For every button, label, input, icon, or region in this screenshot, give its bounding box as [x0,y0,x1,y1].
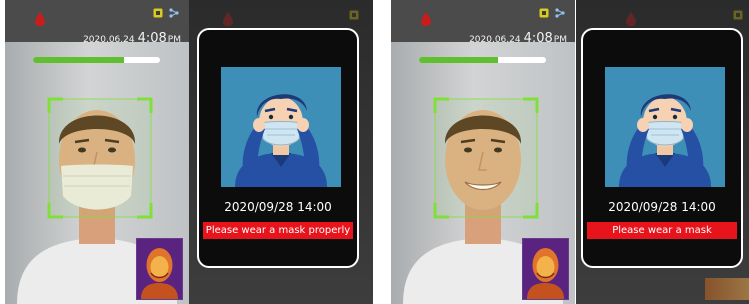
result-card: 2020/09/28 14:00 Please wear a mask [581,28,743,268]
mask-wearing-illustration [605,67,725,187]
water-drop-icon [35,12,45,26]
status-bar: 2020.06.24 4:08PM [5,0,189,46]
thermal-preview-shadow [705,278,749,300]
recognition-progress-fill [419,57,498,63]
status-ampm: PM [553,35,567,45]
water-drop-icon [223,12,233,26]
result-card: 2020/09/28 14:00 Please wear a mask prop… [197,28,359,268]
status-time: 4:08 [523,31,553,46]
camera-view-2: 2020.06.24 4:08PM [391,0,575,304]
face-mode-icon [349,10,359,20]
result-screen-2: 2020/09/28 14:00 Please wear a mask [576,0,749,304]
recognition-progress-bar [33,57,160,63]
status-date: 2020.06.24 [469,35,521,45]
status-bar: 2020.06.24 4:08PM [391,0,575,46]
status-datetime: 2020.06.24 4:08PM [83,27,181,46]
result-datetime: 2020/09/28 14:00 [224,200,332,214]
mask-alert-banner: Please wear a mask [587,222,737,239]
status-ampm: PM [167,35,181,45]
face-mode-icon [153,8,163,18]
face-mode-icon [539,8,549,18]
mask-alert-banner: Please wear a mask properly [203,222,353,239]
thermal-preview [136,238,183,300]
recognition-progress-bar [419,57,546,63]
network-icon [555,8,565,18]
camera-view-1: 2020.06.24 4:08PM [5,0,189,304]
result-screen-1: 2020/09/28 14:00 Please wear a mask prop… [189,0,373,304]
face-detection-frame [47,97,153,219]
water-drop-icon [421,12,431,26]
network-icon [169,8,179,18]
status-datetime: 2020.06.24 4:08PM [469,27,567,46]
status-date: 2020.06.24 [83,35,135,45]
face-mode-icon [733,10,743,20]
mask-wearing-illustration [221,67,341,187]
result-datetime: 2020/09/28 14:00 [608,200,716,214]
status-time: 4:08 [137,31,167,46]
face-detection-frame [433,97,539,219]
thermal-preview [522,238,569,300]
recognition-progress-fill [33,57,125,63]
water-drop-icon [626,12,636,26]
